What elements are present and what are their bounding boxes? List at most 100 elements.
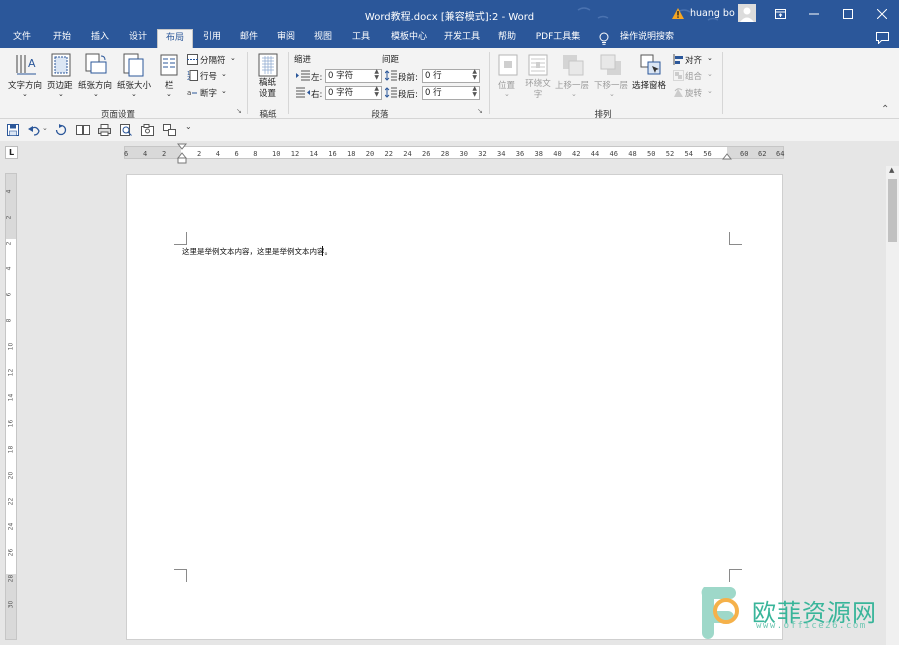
rotate-dropdown-icon: ⌄ [707, 87, 713, 95]
spinner-arrows-icon[interactable]: ▲ ▼ [472, 69, 477, 81]
tab-tools[interactable]: 工具 [345, 29, 377, 48]
spinner-arrows-icon[interactable]: ▲ ▼ [374, 86, 379, 98]
tab-pdf-tools[interactable]: PDF工具集 [530, 29, 586, 48]
indent-right-value: 0 字符 [328, 88, 354, 98]
send-backward-dropdown-icon: ⌄ [609, 90, 615, 98]
avatar[interactable] [738, 4, 756, 22]
comments-icon[interactable] [876, 32, 889, 44]
spacing-after-spinner[interactable]: 0 行 ▲ ▼ [422, 86, 480, 100]
ruler-tick: 34 [497, 150, 506, 158]
indent-right-spinner[interactable]: 0 字符 ▲ ▼ [325, 86, 382, 100]
margin-corner-mark [174, 232, 187, 245]
tab-review[interactable]: 审阅 [270, 29, 302, 48]
customize-qat-icon[interactable]: ⌄ [185, 122, 192, 131]
tab-help[interactable]: 帮助 [491, 29, 523, 48]
redo-icon[interactable] [55, 124, 67, 136]
ruler-tick: 24 [403, 150, 412, 158]
vertical-ruler[interactable]: 4 2 2 4 6 8 10 12 14 16 18 20 22 24 26 28 30 [5, 173, 17, 640]
ruler-tick: 64 [776, 150, 785, 158]
text-direction-icon: A [16, 55, 36, 75]
undo-dropdown-icon[interactable]: ⌄ [42, 124, 48, 132]
tab-template-center[interactable]: 模板中心 [382, 29, 436, 48]
maximize-button[interactable] [831, 0, 865, 29]
spinner-arrows-icon[interactable]: ▲ ▼ [374, 69, 379, 81]
vertical-ruler-tick: 16 [7, 419, 15, 428]
ruler-tick: 46 [609, 150, 618, 158]
tab-view[interactable]: 视图 [307, 29, 339, 48]
tab-home[interactable]: 开始 [46, 29, 78, 48]
ruler-tick: 12 [290, 150, 300, 158]
undo-icon[interactable] [28, 124, 40, 136]
align-icon [673, 54, 683, 65]
spinner-arrows-icon[interactable]: ▲ ▼ [472, 86, 477, 98]
minimize-button[interactable] [797, 0, 831, 29]
paragraph-launcher-icon[interactable]: ↘ [477, 107, 483, 115]
ruler-tick: 40 [553, 150, 562, 158]
vertical-ruler-tick: 20 [7, 471, 15, 480]
tell-me-search[interactable]: 操作说明搜索 [616, 29, 678, 48]
warning-icon[interactable] [672, 8, 684, 19]
bring-forward-dropdown-icon: ⌄ [571, 90, 577, 98]
align-dropdown-icon: ⌄ [707, 54, 713, 62]
tab-developer[interactable]: 开发工具 [440, 29, 484, 48]
collapse-ribbon-icon[interactable]: ⌃ [881, 104, 889, 115]
vertical-ruler-tick: 6 [5, 292, 13, 297]
ruler-tick: 18 [347, 150, 356, 158]
indent-left-spinner[interactable]: 0 字符 ▲ ▼ [325, 69, 382, 83]
read-mode-icon[interactable] [76, 124, 90, 136]
ribbon-display-options-button[interactable] [763, 0, 797, 29]
margins-dropdown-icon: ⌄ [58, 90, 64, 98]
selection-pane-label: 选择窗格 [632, 81, 667, 91]
page-size-icon [123, 53, 144, 77]
align-label: 对齐 [685, 56, 703, 66]
ruler-tick: 2 [162, 150, 167, 158]
tab-design[interactable]: 设计 [122, 29, 154, 48]
ruler-tick: 52 [665, 150, 675, 158]
page-setup-launcher-icon[interactable]: ↘ [236, 107, 242, 115]
vertical-ruler-tick: 22 [7, 497, 15, 505]
scroll-up-icon[interactable]: ▲ [889, 166, 894, 174]
position-icon [498, 54, 518, 76]
tab-references[interactable]: 引用 [196, 29, 228, 48]
document-body-text[interactable]: 这里是举例文本内容，这里是举例文本内容。 [182, 246, 332, 257]
tab-file[interactable]: 文件 [6, 29, 38, 48]
vertical-ruler-tick: 2 [5, 215, 13, 220]
document-page[interactable]: 这里是举例文本内容，这里是举例文本内容。 [126, 174, 783, 640]
right-indent-marker-icon[interactable] [722, 152, 732, 160]
indent-right-label: 右: [311, 90, 323, 100]
ruler-tick: 36 [515, 150, 525, 158]
selection-pane-icon [640, 54, 661, 75]
ruler-tick: 4 [143, 150, 148, 158]
screenshot-icon[interactable] [141, 124, 154, 136]
print-preview-icon[interactable] [98, 124, 111, 136]
svg-text:2: 2 [187, 76, 190, 81]
group-objects-dropdown-icon: ⌄ [707, 70, 713, 78]
window-switch-icon[interactable] [163, 124, 176, 136]
indent-header: 缩进 [294, 55, 312, 65]
line-numbers-label: 行号 [200, 72, 218, 82]
save-icon[interactable] [7, 124, 19, 136]
close-button[interactable] [865, 0, 899, 29]
zoom-preview-icon[interactable] [120, 124, 132, 136]
tab-mailings[interactable]: 邮件 [233, 29, 265, 48]
first-line-indent-marker-icon[interactable] [177, 143, 187, 165]
hyphenation-icon: a [187, 89, 197, 97]
tab-selector-icon[interactable]: L [5, 146, 18, 159]
horizontal-ruler[interactable]: 6 4 2 2 4 6 8 10 12 14 16 18 20 22 24 26 28 30 32 34 36 38… [124, 146, 784, 159]
user-name[interactable]: huang bo [690, 8, 735, 19]
spacing-before-spinner[interactable]: 0 行 ▲ ▼ [422, 69, 480, 83]
right-margin-region [727, 147, 783, 158]
ruler-tick: 6 [124, 150, 129, 158]
spacing-before-icon [385, 70, 397, 81]
group-separator [247, 52, 248, 114]
ruler-tick: 10 [272, 150, 281, 158]
wrap-text-icon [528, 54, 548, 76]
ruler-tick: 32 [478, 150, 487, 158]
rotate-label: 旋转 [685, 89, 703, 99]
vertical-ruler-tick: 4 [5, 189, 13, 194]
text-direction-dropdown-icon: ⌄ [22, 90, 28, 98]
scrollbar-thumb[interactable] [888, 179, 897, 242]
margin-corner-mark [729, 569, 742, 582]
tab-layout[interactable]: 布局 [157, 29, 193, 48]
tab-insert[interactable]: 插入 [84, 29, 116, 48]
